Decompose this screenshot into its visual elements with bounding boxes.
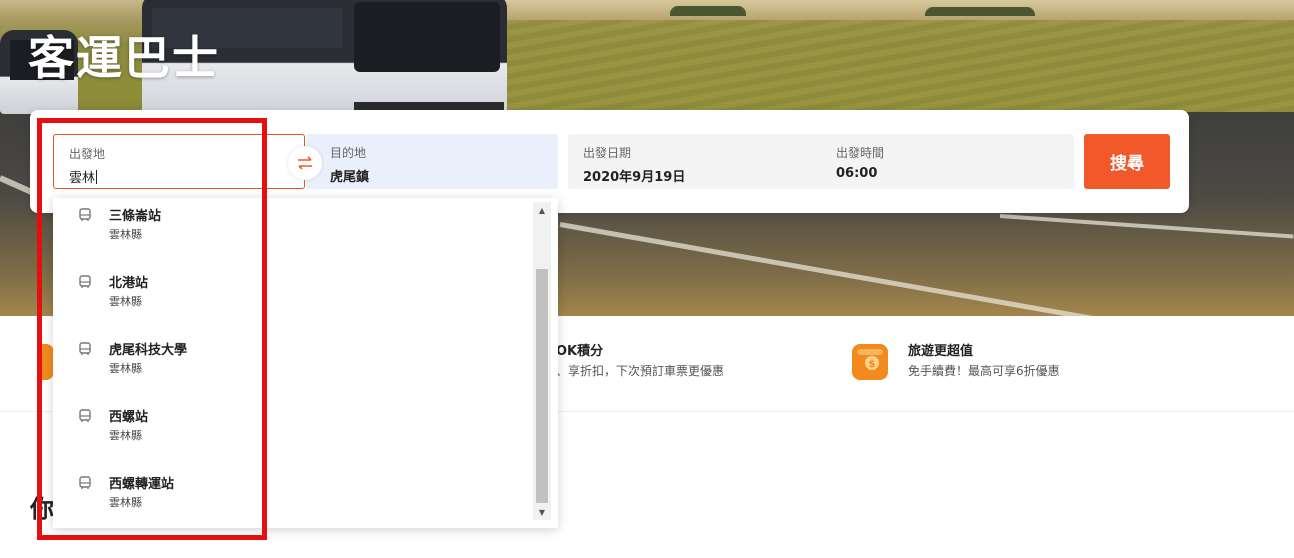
origin-label: 出發地 xyxy=(69,147,106,161)
scrollbar-thumb[interactable] xyxy=(536,269,548,503)
dropdown-scrollbar[interactable]: ▲ ▼ xyxy=(533,202,551,520)
date-label: 出發日期 xyxy=(583,146,632,160)
datetime-field[interactable]: 出發日期 2020年9月19日 出發時間 06:00 xyxy=(568,134,1074,189)
feature-description: 、享折扣，下次預訂車票更優惠 xyxy=(556,364,725,378)
bus-icon xyxy=(79,409,91,422)
time-label: 出發時間 xyxy=(836,146,885,160)
suggestion-name: 西螺站 xyxy=(109,410,149,425)
bus-icon xyxy=(79,476,91,489)
suggestion-item[interactable]: 三條崙站 雲林縣 xyxy=(53,202,533,269)
suggestion-region: 雲林縣 xyxy=(109,362,142,375)
suggestion-region: 雲林縣 xyxy=(109,429,142,442)
suggestion-name: 西螺轉運站 xyxy=(109,477,175,492)
suggestion-item[interactable]: 西螺轉運站 雲林縣 xyxy=(53,470,533,528)
bus-icon xyxy=(79,208,91,221)
page-title: 客運巴士 xyxy=(28,31,220,85)
suggestion-name: 三條崙站 xyxy=(109,209,162,224)
suggestion-region: 雲林縣 xyxy=(109,295,142,308)
tree-line xyxy=(670,6,746,16)
suggestion-item[interactable]: 虎尾科技大學 雲林縣 xyxy=(53,336,533,403)
tree-line xyxy=(925,7,1035,16)
scroll-down-arrow-icon[interactable]: ▼ xyxy=(533,504,551,520)
destination-field[interactable]: 目的地 虎尾鎮 xyxy=(306,134,558,189)
bus-icon xyxy=(79,275,91,288)
feature-title: 旅遊更超值 xyxy=(908,344,974,359)
section-heading: 你 xyxy=(30,495,54,523)
destination-label: 目的地 xyxy=(330,146,367,160)
origin-suggestions-dropdown: 三條崙站 雲林縣 北港站 雲林縣 虎尾科技大學 雲林縣 西螺站 雲林縣 西螺轉運… xyxy=(53,198,558,528)
bus-icon xyxy=(79,342,91,355)
money-icon: $ xyxy=(852,344,888,380)
suggestion-region: 雲林縣 xyxy=(109,228,142,241)
sky-image xyxy=(480,0,1294,22)
origin-input-value: 雲林 xyxy=(69,171,96,186)
suggestion-region: 雲林縣 xyxy=(109,496,142,509)
swap-locations-button[interactable] xyxy=(288,146,322,180)
feature-description: 免手續費！最高可享6折優惠 xyxy=(908,364,1060,378)
destination-value: 虎尾鎮 xyxy=(330,170,370,185)
date-value[interactable]: 2020年9月19日 xyxy=(583,166,685,185)
time-value[interactable]: 06:00 xyxy=(836,166,877,181)
swap-arrows-icon xyxy=(298,156,312,170)
suggestion-item[interactable]: 北港站 雲林縣 xyxy=(53,269,533,336)
suggestion-item[interactable]: 西螺站 雲林縣 xyxy=(53,403,533,470)
origin-input[interactable]: 雲林 xyxy=(69,167,98,186)
search-button[interactable]: 搜尋 xyxy=(1084,134,1170,189)
feature-title: OK積分 xyxy=(556,344,604,359)
suggestion-name: 北港站 xyxy=(109,276,149,291)
text-caret xyxy=(96,170,98,184)
suggestion-name: 虎尾科技大學 xyxy=(109,343,188,358)
svg-text:$: $ xyxy=(869,359,876,370)
origin-field[interactable]: 出發地 雲林 xyxy=(53,134,305,189)
scroll-up-arrow-icon[interactable]: ▲ xyxy=(533,202,551,218)
